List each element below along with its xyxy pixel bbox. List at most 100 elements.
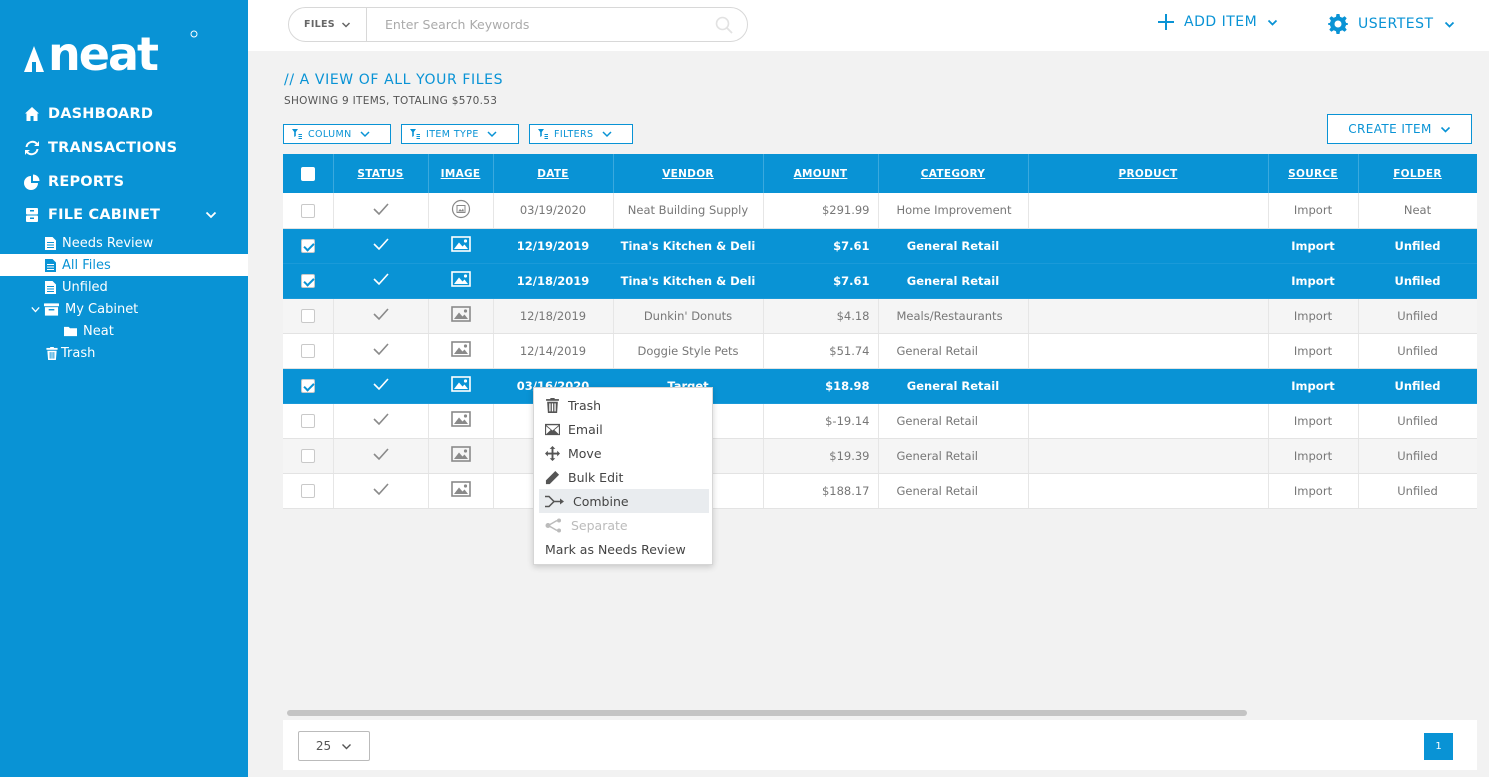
plus-icon: [1158, 14, 1174, 30]
menu-item-email[interactable]: Email: [534, 417, 707, 441]
table-row[interactable]: 12 Fact... $188.17 General Retail Import…: [283, 473, 1477, 509]
column-header-image[interactable]: IMAGE: [428, 154, 494, 193]
row-checkbox[interactable]: [300, 308, 315, 323]
image-icon[interactable]: [450, 341, 471, 357]
table-row[interactable]: 11 ublic $-19.14 General Retail Import U…: [283, 403, 1477, 439]
nav-reports[interactable]: REPORTS: [24, 174, 124, 190]
row-category: General Retail: [878, 403, 1029, 439]
image-icon[interactable]: [450, 376, 471, 392]
subnav-needs-review-label: Needs Review: [62, 235, 154, 251]
subnav-trash[interactable]: Trash: [0, 342, 248, 364]
menu-item-move[interactable]: Move: [534, 441, 707, 465]
row-status-cell: [333, 473, 429, 509]
menu-item-mark-needs-review[interactable]: Mark as Needs Review: [534, 537, 707, 561]
row-image-cell: [428, 473, 494, 509]
table-row[interactable]: 10 s $19.39 General Retail Import Unfile…: [283, 438, 1477, 474]
subnav-unfiled[interactable]: Unfiled: [0, 276, 248, 298]
column-header-product[interactable]: PRODUCT: [1028, 154, 1269, 193]
row-vendor: Neat Building Supply: [613, 193, 764, 229]
row-source: Import: [1268, 438, 1359, 474]
table-body: 03/19/2020 Neat Building Supply $291.99 …: [283, 193, 1477, 509]
image-icon[interactable]: [450, 446, 471, 462]
menu-item-trash[interactable]: Trash: [534, 393, 707, 417]
subnav-my-cabinet[interactable]: My Cabinet: [0, 298, 248, 320]
menu-item-separate[interactable]: Separate: [534, 513, 707, 537]
row-vendor: Doggie Style Pets: [613, 333, 764, 369]
row-checkbox[interactable]: [300, 378, 315, 393]
row-checkbox[interactable]: [300, 203, 315, 218]
row-checkbox[interactable]: [300, 273, 315, 288]
create-item-button[interactable]: CREATE ITEM: [1327, 114, 1472, 144]
image-icon[interactable]: [450, 236, 471, 252]
select-all-checkbox[interactable]: [300, 166, 315, 181]
column-header-category[interactable]: CATEGORY: [878, 154, 1029, 193]
row-category: General Retail: [878, 228, 1029, 264]
trash-icon: [46, 346, 58, 360]
nav-file-cabinet[interactable]: FILE CABINET: [24, 207, 224, 223]
item-type-filter-button[interactable]: ITEM TYPE: [401, 124, 519, 144]
chevron-down-icon: [1440, 126, 1450, 133]
image-icon[interactable]: [450, 271, 471, 287]
menu-item-bulk-edit[interactable]: Bulk Edit: [534, 465, 707, 489]
chevron-down-icon[interactable]: [31, 303, 40, 316]
add-item-button[interactable]: ADD ITEM: [1158, 14, 1278, 30]
table-row[interactable]: 03/16/2020 Target $18.98 General Retail …: [283, 368, 1477, 404]
nav-dashboard[interactable]: DASHBOARD: [24, 106, 153, 122]
menu-item-combine[interactable]: Combine: [539, 489, 709, 513]
row-checkbox[interactable]: [300, 413, 315, 428]
subnav-folder-neat[interactable]: Neat: [0, 320, 248, 342]
column-header-vendor[interactable]: VENDOR: [613, 154, 764, 193]
row-checkbox[interactable]: [300, 343, 315, 358]
filter-icon: [538, 129, 548, 139]
row-select-cell: [283, 438, 334, 474]
row-product: [1028, 438, 1269, 474]
row-amount: $18.98: [763, 368, 879, 404]
search-scope-dropdown[interactable]: FILES: [289, 8, 367, 41]
filter-icon: [410, 129, 420, 139]
row-image-cell: [428, 193, 494, 229]
row-checkbox[interactable]: [300, 483, 315, 498]
subnav-needs-review[interactable]: Needs Review: [0, 232, 248, 254]
image-icon[interactable]: [450, 306, 471, 322]
chevron-down-icon[interactable]: [205, 209, 217, 221]
receipt-image-icon[interactable]: [451, 199, 471, 219]
refresh-icon: [25, 140, 39, 156]
row-select-cell: [283, 298, 334, 334]
table-row[interactable]: 12/18/2019 Dunkin' Donuts $4.18 Meals/Re…: [283, 298, 1477, 334]
nav-transactions[interactable]: TRANSACTIONS: [24, 140, 177, 156]
chevron-down-icon: [342, 743, 352, 749]
search-input[interactable]: [385, 17, 705, 32]
column-header-date[interactable]: DATE: [493, 154, 614, 193]
table-row[interactable]: 12/14/2019 Doggie Style Pets $51.74 Gene…: [283, 333, 1477, 369]
search-scope-label: FILES: [304, 19, 335, 30]
pagination-page-button[interactable]: 1: [1424, 733, 1453, 760]
page-size-select[interactable]: 25: [298, 731, 370, 761]
row-source: Import: [1268, 473, 1359, 509]
row-category: General Retail: [878, 438, 1029, 474]
column-filter-button[interactable]: COLUMN: [283, 124, 391, 144]
image-icon[interactable]: [450, 411, 471, 427]
row-checkbox[interactable]: [300, 238, 315, 253]
image-icon[interactable]: [450, 481, 471, 497]
item-type-filter-label: ITEM TYPE: [426, 128, 479, 140]
chevron-down-icon: [1268, 19, 1278, 26]
neat-logo[interactable]: neat: [24, 28, 199, 74]
search-icon[interactable]: [715, 16, 733, 34]
table-row[interactable]: 03/19/2020 Neat Building Supply $291.99 …: [283, 193, 1477, 229]
subnav-all-files[interactable]: All Files: [0, 254, 248, 276]
subnav-my-cabinet-label: My Cabinet: [65, 301, 139, 317]
separate-icon: [545, 518, 561, 532]
column-header-status[interactable]: STATUS: [333, 154, 429, 193]
table-row[interactable]: 12/19/2019 Tina's Kitchen & Deli $7.61 G…: [283, 228, 1477, 264]
row-checkbox[interactable]: [300, 448, 315, 463]
row-category: General Retail: [878, 473, 1029, 509]
table-row[interactable]: 12/18/2019 Tina's Kitchen & Deli $7.61 G…: [283, 263, 1477, 299]
user-menu[interactable]: USERTEST: [1328, 14, 1455, 34]
filters-button[interactable]: FILTERS: [529, 124, 633, 144]
column-header-folder[interactable]: FOLDER: [1358, 154, 1477, 193]
column-header-amount[interactable]: AMOUNT: [763, 154, 879, 193]
column-header-source[interactable]: SOURCE: [1268, 154, 1359, 193]
filters-label: FILTERS: [554, 128, 594, 140]
horizontal-scrollbar[interactable]: [287, 710, 1247, 716]
column-filter-label: COLUMN: [308, 128, 352, 140]
